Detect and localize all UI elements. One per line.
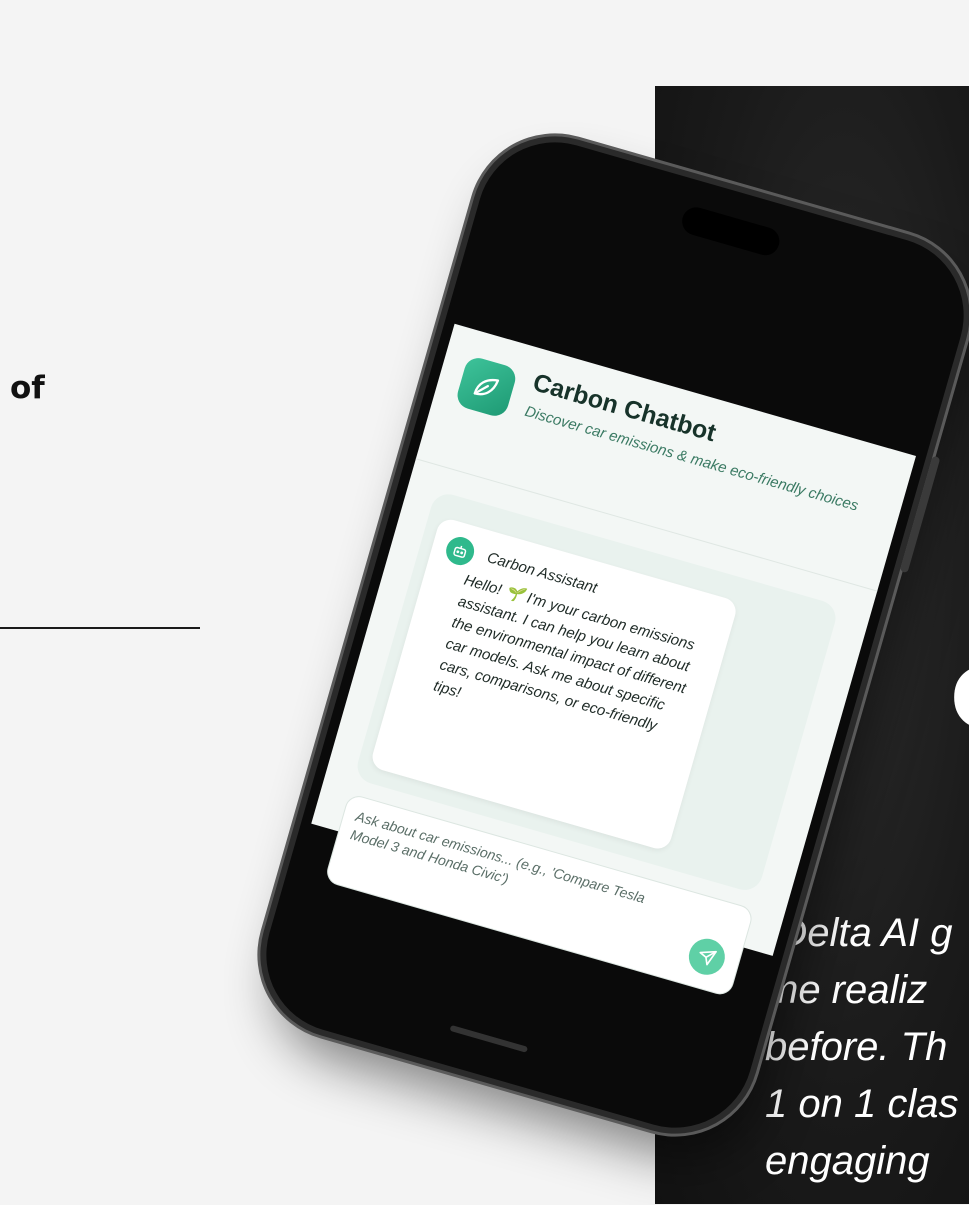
charging-port	[449, 1024, 529, 1053]
assistant-message-bubble: Carbon Assistant Hello! 🌱 I'm your carbo…	[369, 516, 739, 852]
send-button[interactable]	[684, 934, 730, 980]
phone-mockup: Carbon Chatbot Discover car emissions & …	[0, 25, 969, 1205]
leaf-icon	[454, 354, 519, 420]
send-icon	[699, 950, 717, 966]
assistant-message: Hello! 🌱 I'm your carbon emissions assis…	[431, 571, 697, 735]
phone-device: Carbon Chatbot Discover car emissions & …	[247, 123, 969, 1147]
phone-notch	[678, 204, 783, 259]
chat-screen: Carbon Chatbot Discover car emissions & …	[311, 323, 916, 998]
bot-icon	[442, 533, 478, 569]
